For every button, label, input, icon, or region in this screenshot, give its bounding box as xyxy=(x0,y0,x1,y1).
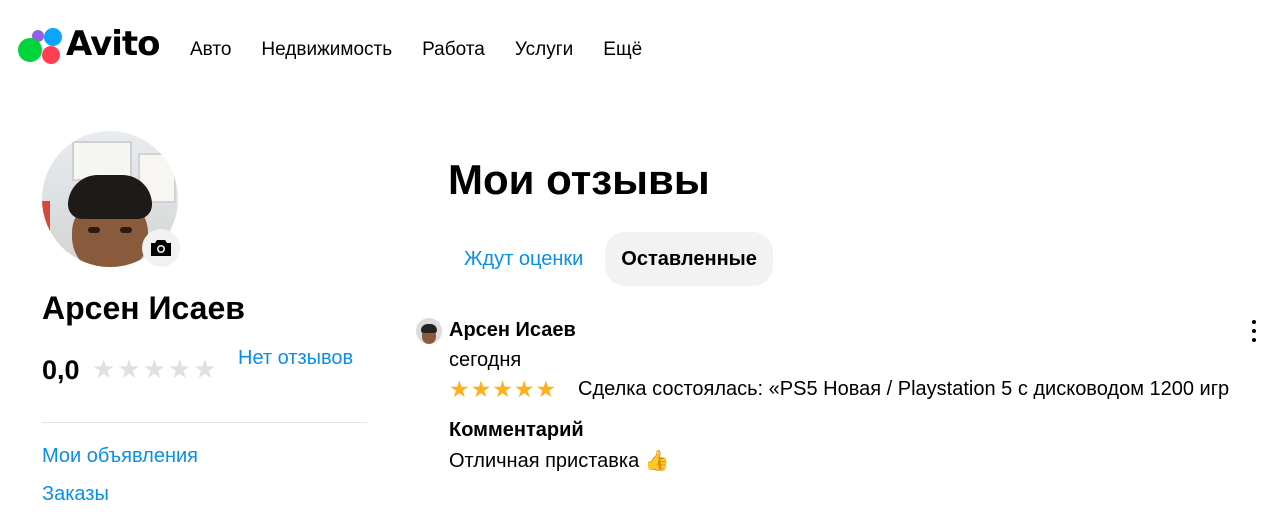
review-stars: ★ ★ ★ ★ ★ xyxy=(449,376,556,402)
star-icon: ★ xyxy=(535,376,557,402)
star-icon: ★ xyxy=(142,354,166,384)
rating-stars: ★ ★ ★ ★ ★ xyxy=(92,356,217,382)
star-icon: ★ xyxy=(492,376,513,402)
logo-text: Avito xyxy=(66,24,161,64)
orders-link[interactable]: Заказы xyxy=(42,482,109,506)
star-icon: ★ xyxy=(513,376,535,402)
more-vertical-icon[interactable] xyxy=(1248,320,1260,342)
reviews-tabs: Ждут оценки Оставленные xyxy=(448,232,773,286)
tab-awaiting-rating[interactable]: Ждут оценки xyxy=(448,232,599,286)
header: Avito Авто Недвижимость Работа Услуги Ещ… xyxy=(0,0,1280,100)
change-photo-button[interactable] xyxy=(142,229,180,267)
comment-text: Отличная приставка 👍 xyxy=(449,450,670,472)
rating-value: 0,0 xyxy=(42,355,80,385)
profile-avatar-wrap xyxy=(42,131,180,267)
comment-label: Комментарий xyxy=(449,419,584,441)
star-icon: ★ xyxy=(470,376,492,402)
star-icon: ★ xyxy=(167,354,192,384)
tab-left-reviews[interactable]: Оставленные xyxy=(605,232,773,286)
profile-name: Арсен Исаев xyxy=(42,290,245,326)
page-title: Мои отзывы xyxy=(448,156,710,203)
divider xyxy=(42,422,367,423)
star-icon: ★ xyxy=(193,354,217,384)
nav-item-services[interactable]: Услуги xyxy=(515,38,573,62)
star-icon: ★ xyxy=(92,354,116,384)
reviewer-avatar[interactable] xyxy=(416,318,442,344)
no-reviews-link[interactable]: Нет отзывов xyxy=(238,342,358,374)
camera-icon xyxy=(151,240,171,256)
reviewer-name[interactable]: Арсен Исаев xyxy=(449,318,576,342)
review-card: Арсен Исаев сегодня ★ ★ ★ ★ ★ Сделка состоял… xyxy=(416,316,1266,486)
nav-item-auto[interactable]: Авто xyxy=(190,38,231,62)
review-date: сегодня xyxy=(449,349,522,371)
nav-item-more[interactable]: Ещё xyxy=(603,38,642,62)
profile-rating: 0,0 ★ ★ ★ ★ ★ Нет отзывов xyxy=(42,342,362,402)
avito-logo[interactable]: Avito xyxy=(18,24,168,64)
my-listings-link[interactable]: Мои объявления xyxy=(42,444,198,468)
nav-item-jobs[interactable]: Работа xyxy=(422,38,485,62)
main-nav: Авто Недвижимость Работа Услуги Ещё xyxy=(190,38,672,62)
nav-item-realty[interactable]: Недвижимость xyxy=(261,38,392,62)
star-icon: ★ xyxy=(449,376,470,402)
logo-dots-icon xyxy=(18,24,64,64)
deal-text[interactable]: Сделка состоялась: «PS5 Новая / Playstat… xyxy=(578,377,1266,401)
star-icon: ★ xyxy=(117,354,141,384)
